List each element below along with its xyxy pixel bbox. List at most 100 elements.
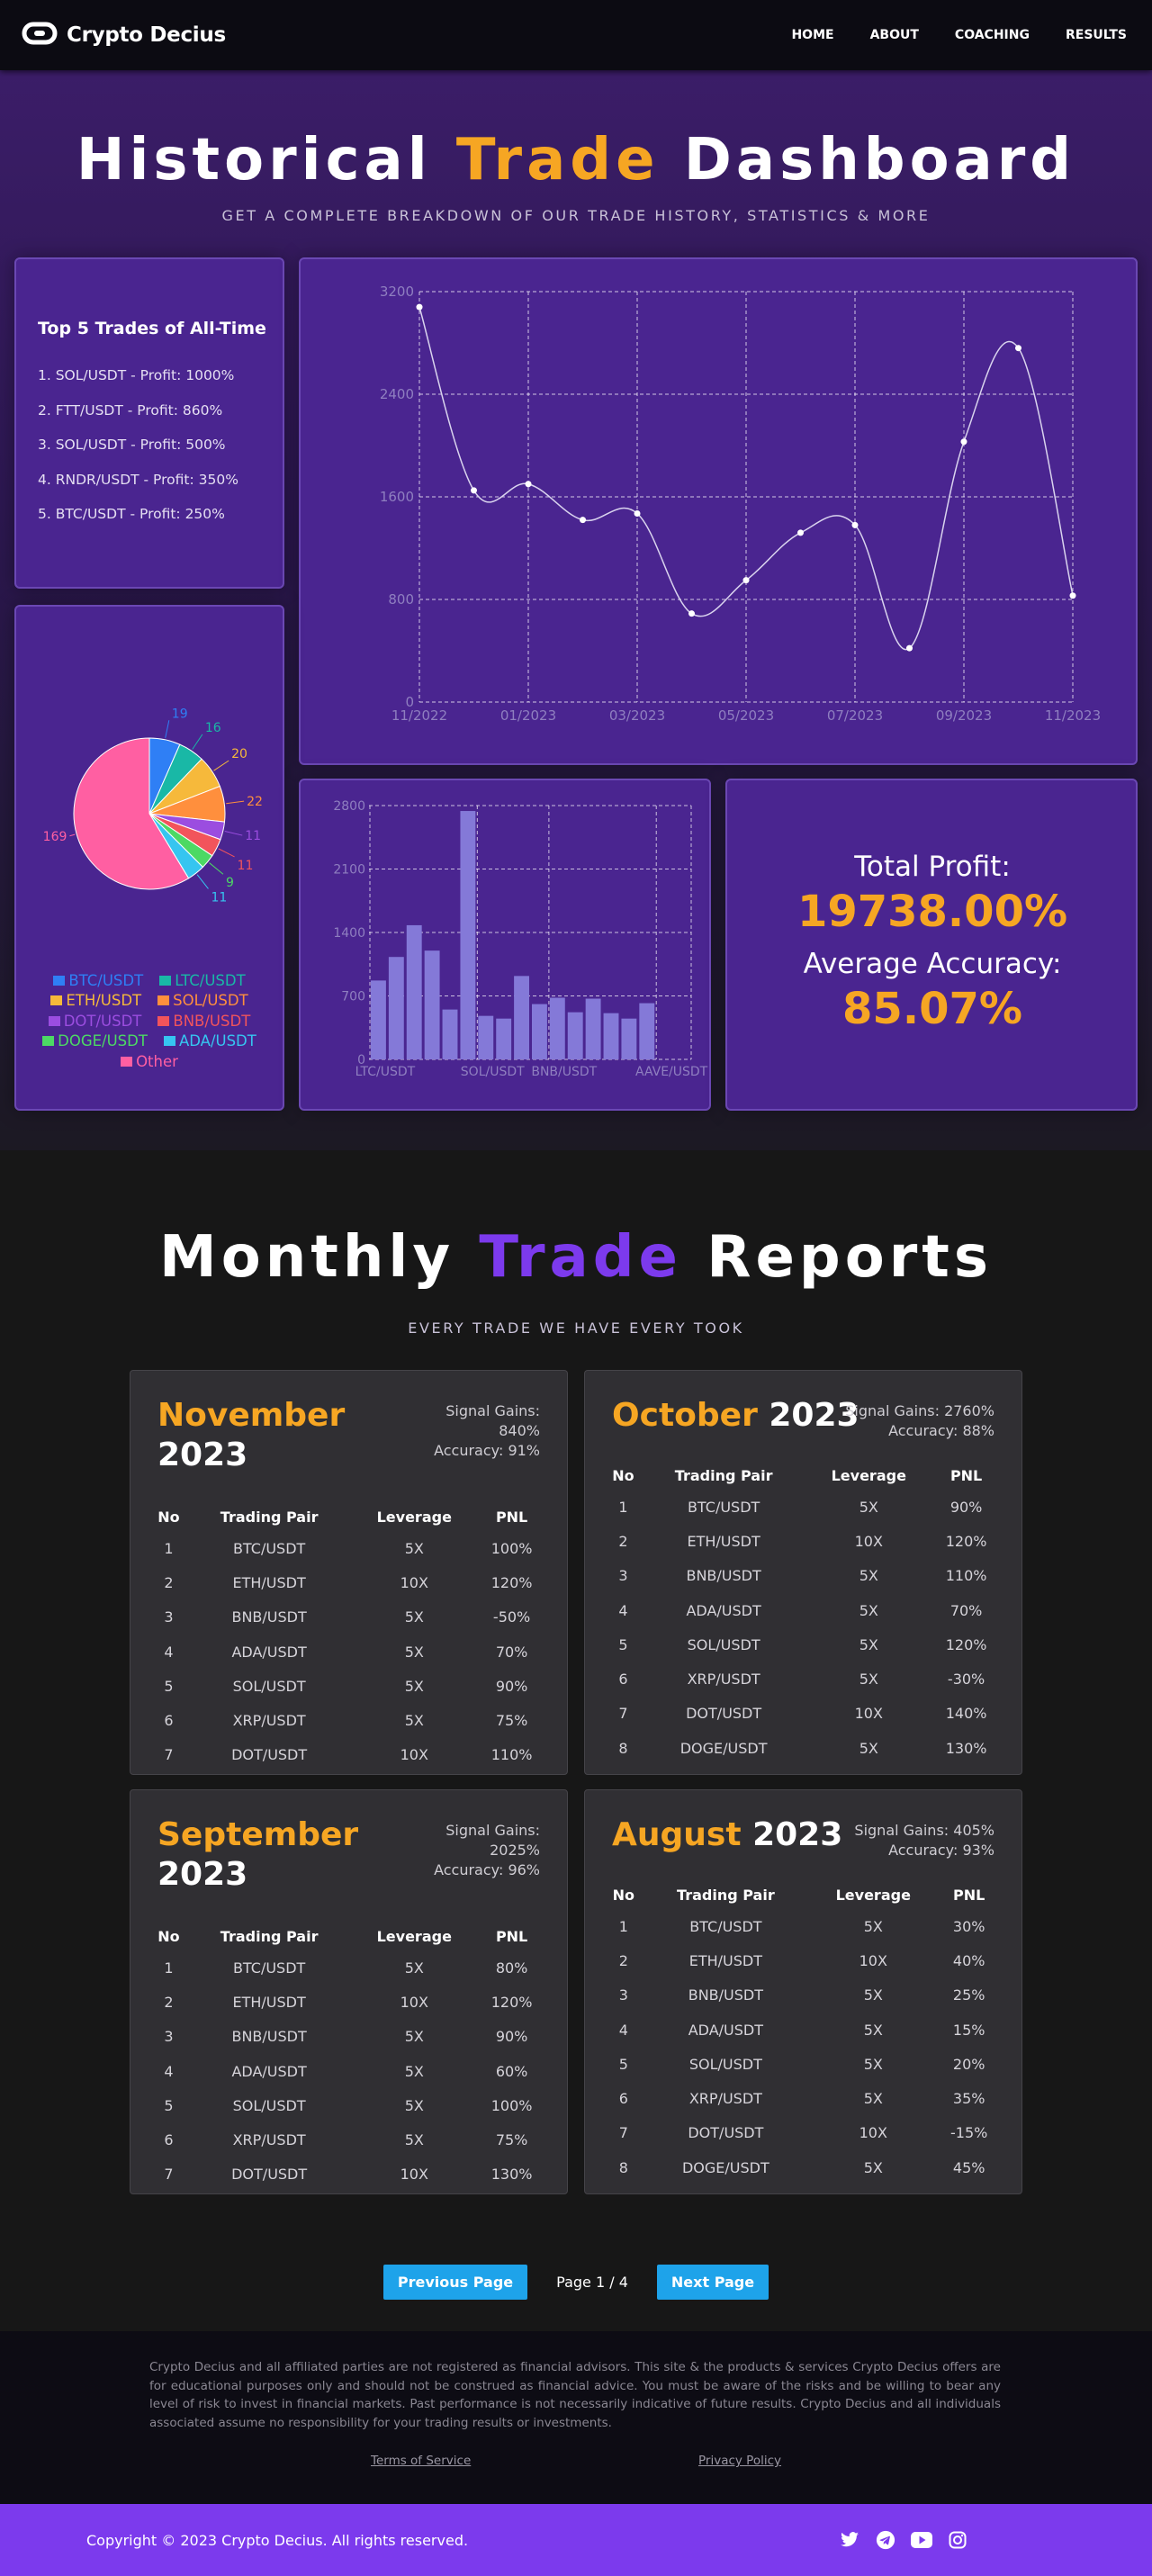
nav-results[interactable]: RESULTS xyxy=(1066,28,1127,42)
instagram-icon[interactable] xyxy=(947,2529,968,2551)
legend-item[interactable]: SOL/USDT xyxy=(158,991,248,1012)
previous-page-button[interactable]: Previous Page xyxy=(382,2265,528,2300)
top-navbar: Crypto Decius HOME ABOUT COACHING RESULT… xyxy=(0,0,1152,70)
footer: Crypto Decius and all affiliated parties… xyxy=(0,2331,1152,2504)
table-cell: 2 xyxy=(618,1951,628,1969)
report-card-august: August 2023 Signal Gains: 405% Accuracy: 9… xyxy=(584,1789,1022,2194)
table-row: 8 DOGE/USDT 5X 130% xyxy=(605,1731,1001,1765)
legend-row: ETH/USDT SOL/USDT xyxy=(16,991,283,1012)
nav-coaching[interactable]: COACHING xyxy=(955,28,1030,42)
terms-link[interactable]: Terms of Service xyxy=(371,2454,471,2468)
table-row: 6 XRP/USDT 5X 75% xyxy=(150,2122,546,2157)
table-cell: 5X xyxy=(863,2158,883,2176)
column-header: Leverage xyxy=(835,1886,911,1904)
legend-item[interactable]: BNB/USDT xyxy=(158,1011,250,1031)
table-cell: ETH/USDT xyxy=(232,1993,306,2011)
table-cell: DOGE/USDT xyxy=(680,1739,768,1757)
table-cell: 5X xyxy=(404,1539,424,1557)
legend-item[interactable]: DOGE/USDT xyxy=(42,1031,148,1052)
bar xyxy=(371,980,386,1059)
table-row: 5 SOL/USDT 5X 20% xyxy=(605,2047,1001,2081)
legend-swatch xyxy=(48,1015,60,1026)
table-cell: -30% xyxy=(947,1671,986,1689)
x-tick-label: 11/2022 xyxy=(392,707,447,724)
signal-gains: Signal Gains: 840% xyxy=(446,1402,540,1439)
table-cell: 140% xyxy=(945,1705,987,1723)
table-row: 8 DOGE/USDT 5X 45% xyxy=(605,2150,1001,2184)
bar xyxy=(496,1018,512,1059)
twitter-icon[interactable] xyxy=(839,2529,860,2551)
table-cell: 7 xyxy=(618,1705,628,1723)
slice-leader xyxy=(165,720,170,738)
legend-swatch xyxy=(158,995,170,1006)
table-cell: 10X xyxy=(400,2166,428,2184)
table-cell: SOL/USDT xyxy=(687,1635,760,1653)
table-cell: 75% xyxy=(495,2131,528,2149)
nav-home[interactable]: HOME xyxy=(791,28,833,42)
column-header: PNL xyxy=(495,1508,528,1526)
legend-label: Other xyxy=(136,1052,178,1070)
legend-item[interactable]: LTC/USDT xyxy=(159,970,246,991)
bar xyxy=(424,950,440,1059)
column-header: No xyxy=(158,1927,180,1945)
table-header: No Trading Pair Leverage PNL xyxy=(605,1880,1001,1909)
table-cell: 3 xyxy=(618,1567,628,1585)
legend-item[interactable]: ETH/USDT xyxy=(50,991,141,1012)
table-header: No Trading Pair Leverage PNL xyxy=(150,1922,546,1950)
legend-swatch xyxy=(42,1036,55,1047)
series-line xyxy=(418,306,1074,651)
table-cell: 4 xyxy=(164,1643,174,1661)
next-page-button[interactable]: Next Page xyxy=(656,2265,770,2300)
bar xyxy=(567,1012,583,1059)
table-cell: 120% xyxy=(490,1993,533,2011)
legend-item[interactable]: DOT/USDT xyxy=(48,1011,141,1031)
signal-gains: Signal Gains: 2025% xyxy=(446,1822,540,1859)
data-point xyxy=(906,644,913,652)
title-part: Monthly xyxy=(159,1224,480,1291)
table-header: No Trading Pair Leverage PNL xyxy=(150,1502,546,1531)
column-header: Trading Pair xyxy=(220,1927,319,1945)
page-subtitle: GET A COMPLETE BREAKDOWN OF OUR TRADE HI… xyxy=(221,207,931,224)
nav-about[interactable]: ABOUT xyxy=(870,28,919,42)
y-tick-label: 2100 xyxy=(333,863,365,878)
column-header: PNL xyxy=(950,1466,983,1484)
trades-table: No Trading Pair Leverage PNL 1 BTC/USDT 5X 30% 2… xyxy=(605,1880,1001,2184)
data-point xyxy=(851,521,859,528)
table-row: 3 BNB/USDT 5X 90% xyxy=(150,2020,546,2054)
table-cell: BNB/USDT xyxy=(686,1567,761,1585)
nav-links: HOME ABOUT COACHING RESULTS xyxy=(791,28,1127,42)
table-row: 1 BTC/USDT 5X 100% xyxy=(150,1531,546,1565)
bar xyxy=(478,1015,494,1059)
table-cell: 5X xyxy=(863,1917,883,1935)
legend-item[interactable]: ADA/USDT xyxy=(163,1031,256,1052)
accuracy: Accuracy: 93% xyxy=(888,1842,994,1859)
slice-value-label: 19 xyxy=(172,707,188,721)
data-point xyxy=(580,517,586,524)
table-cell: 5X xyxy=(859,1635,878,1653)
table-cell: 5X xyxy=(404,1608,424,1626)
bar xyxy=(406,924,422,1059)
legend-item[interactable]: Other xyxy=(121,1051,178,1072)
slice-leader xyxy=(209,862,224,875)
brand[interactable]: Crypto Decius xyxy=(22,21,226,50)
youtube-icon[interactable] xyxy=(911,2529,932,2551)
table-cell: 40% xyxy=(952,1951,986,1969)
table-cell: 90% xyxy=(495,1677,528,1695)
table-cell: 7 xyxy=(164,2166,174,2184)
reports-title: Monthly Trade Reports xyxy=(0,1224,1152,1291)
table-row: 2 ETH/USDT 10X 120% xyxy=(150,1985,546,2019)
telegram-icon[interactable] xyxy=(875,2529,896,2551)
slice-value-label: 20 xyxy=(231,747,248,761)
table-header: No Trading Pair Leverage PNL xyxy=(605,1461,1001,1490)
table-cell: ADA/USDT xyxy=(231,1643,307,1661)
table-cell: 5X xyxy=(404,1677,424,1695)
privacy-link[interactable]: Privacy Policy xyxy=(698,2454,781,2468)
title-part: Dashboard xyxy=(659,127,1076,194)
table-cell: XRP/USDT xyxy=(687,1671,760,1689)
data-point xyxy=(797,529,804,536)
slice-leader xyxy=(224,831,243,836)
report-month: August 2023 xyxy=(612,1815,842,1855)
y-tick-label: 800 xyxy=(388,591,414,608)
legend-item[interactable]: BTC/USDT xyxy=(53,970,143,991)
accuracy: Accuracy: 96% xyxy=(434,1861,540,1878)
